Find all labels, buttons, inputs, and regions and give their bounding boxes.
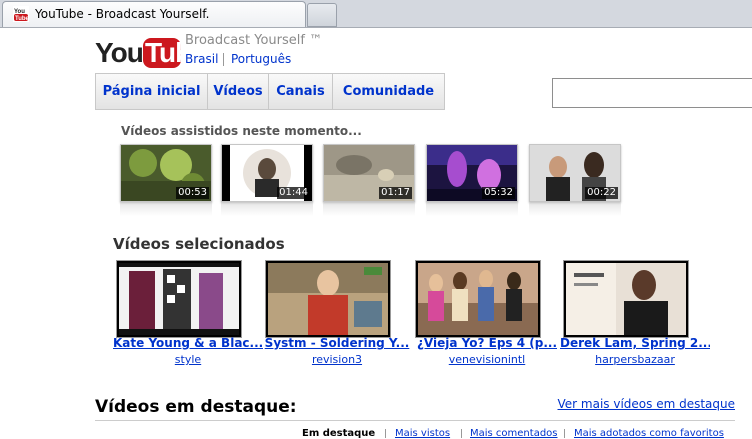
selected-video-thumb-1[interactable] <box>116 260 242 338</box>
thumb-reflection <box>221 202 313 216</box>
watching-thumb-5[interactable]: 00:22 <box>529 144 621 202</box>
video-duration: 05:32 <box>482 187 515 199</box>
tab-separator <box>461 429 462 438</box>
selected-videos-title: Vídeos selecionados <box>113 235 285 253</box>
logo-you: You <box>95 37 144 68</box>
selected-video-user-2[interactable]: revision3 <box>262 353 412 366</box>
watching-now-title: Vídeos assistidos neste momento... <box>121 124 362 138</box>
nav-item-community[interactable]: Comunidade <box>333 74 444 109</box>
video-thumbnail-image <box>566 263 686 335</box>
new-tab-button[interactable] <box>307 3 337 27</box>
watching-thumb-3[interactable]: 01:17 <box>323 144 415 202</box>
featured-divider <box>95 420 735 421</box>
video-thumbnail-image <box>119 263 239 335</box>
tab-title: YouTube - Broadcast Yourself. <box>35 7 210 21</box>
featured-videos-title: Vídeos em destaque: <box>95 397 297 417</box>
youtube-favicon-icon: You Tube <box>13 6 29 22</box>
nav-item-home[interactable]: Página inicial <box>96 74 208 109</box>
video-thumbnail-image <box>268 263 388 335</box>
watching-thumb-2[interactable]: 01:44 <box>221 144 313 202</box>
watching-thumb-1[interactable]: 00:53 <box>120 144 212 202</box>
selected-video-user-4[interactable]: harpersbazaar <box>560 353 710 366</box>
selected-video-title-1[interactable]: Kate Young & a Blac... <box>113 336 263 350</box>
thumb-reflection <box>529 202 621 216</box>
search-input[interactable] <box>552 78 752 108</box>
selected-video-thumb-2[interactable] <box>265 260 391 338</box>
nav-item-videos[interactable]: Vídeos <box>208 74 269 109</box>
tab-featured[interactable]: Em destaque <box>302 428 375 439</box>
country-link[interactable]: Brasil <box>185 52 218 66</box>
slogan: Broadcast Yourself ™ <box>185 33 323 48</box>
video-duration: 00:22 <box>585 187 618 199</box>
selected-video-thumb-3[interactable] <box>415 260 541 338</box>
selected-video-thumb-4[interactable] <box>563 260 689 338</box>
locale-divider <box>223 53 224 66</box>
thumb-reflection <box>120 202 212 216</box>
nav-item-channels[interactable]: Canais <box>269 74 333 109</box>
tab-separator <box>385 429 386 438</box>
selected-video-title-3[interactable]: ¿Vieja Yo? Eps 4 (p... <box>412 336 562 350</box>
thumb-reflection <box>323 202 415 216</box>
watching-thumb-4[interactable]: 05:32 <box>426 144 518 202</box>
browser-tab[interactable]: You Tube YouTube - Broadcast Yourself. <box>2 1 306 27</box>
video-duration: 00:53 <box>176 187 209 199</box>
tab-most-favorited[interactable]: Mais adotados como favoritos <box>574 428 724 439</box>
tab-most-commented[interactable]: Mais comentados <box>470 428 558 439</box>
selected-video-user-1[interactable]: style <box>113 353 263 366</box>
video-duration: 01:17 <box>379 187 412 199</box>
svg-text:Tube: Tube <box>15 16 29 22</box>
tab-separator <box>564 429 565 438</box>
language-link[interactable]: Português <box>231 52 291 66</box>
more-featured-link[interactable]: Ver mais vídeos em destaque <box>558 397 736 411</box>
selected-video-title-4[interactable]: Derek Lam, Spring 2... <box>560 336 710 350</box>
tab-most-viewed[interactable]: Mais vistos <box>395 428 450 439</box>
thumb-reflection <box>426 202 518 216</box>
video-duration: 01:44 <box>277 187 310 199</box>
selected-video-title-2[interactable]: Systm - Soldering Y... <box>262 336 412 350</box>
main-nav: Página inicial Vídeos Canais Comunidade <box>95 73 445 110</box>
logo-tube: Tube <box>143 37 207 68</box>
browser-tab-bar: You Tube YouTube - Broadcast Yourself. <box>0 0 752 28</box>
selected-video-user-3[interactable]: venevisionintl <box>412 353 562 366</box>
video-thumbnail-image <box>418 263 538 335</box>
